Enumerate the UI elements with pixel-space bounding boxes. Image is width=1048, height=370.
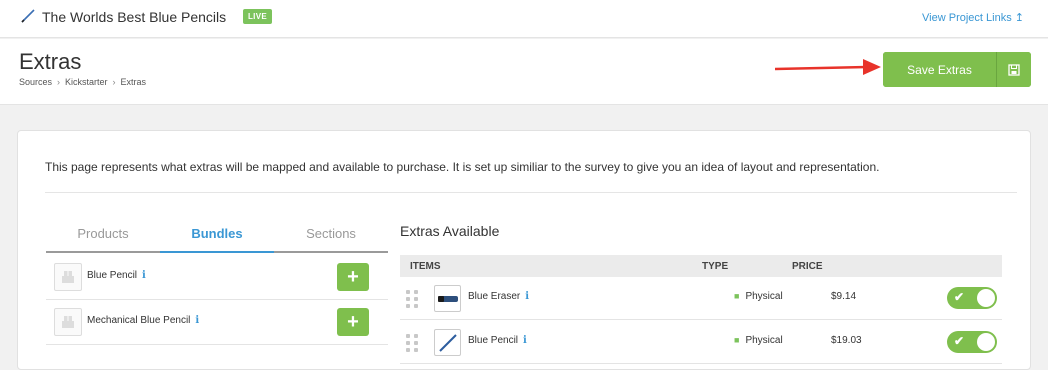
live-status-badge: LIVE (243, 9, 272, 24)
divider (45, 192, 1017, 193)
catalog-tabs: Products Bundles Sections (46, 217, 388, 253)
bundle-name-label: Mechanical Blue Pencil i (87, 315, 199, 326)
add-bundle-button[interactable]: + (337, 263, 369, 291)
floppy-disk-icon (1008, 63, 1020, 76)
save-extras-button[interactable]: Save Extras (883, 52, 996, 87)
bundle-name: Blue Pencil (87, 270, 138, 281)
info-icon[interactable]: i (525, 291, 529, 302)
type-cell: ■ Physical (734, 335, 783, 346)
check-icon: ✔ (954, 290, 965, 304)
type-value: Physical (745, 291, 783, 302)
tab-products[interactable]: Products (46, 217, 160, 251)
extra-name-label: Blue Pencil i (468, 335, 527, 346)
project-topbar: The Worlds Best Blue Pencils LIVE View P… (0, 0, 1048, 38)
red-arrow-annotation (775, 59, 881, 75)
view-project-links-link[interactable]: View Project Links ↥ (922, 11, 1024, 24)
info-icon[interactable]: i (523, 335, 527, 346)
toggle-knob (977, 289, 995, 307)
pencil-thumbnail (434, 329, 461, 356)
bundle-placeholder-icon (54, 308, 82, 336)
column-type: TYPE (702, 261, 729, 272)
table-row: Blue Eraser i ■ Physical $9.14 ✔ (400, 277, 1002, 320)
breadcrumb-sources[interactable]: Sources (19, 77, 52, 87)
enable-toggle[interactable]: ✔ (947, 331, 997, 353)
save-extras-group: Save Extras (883, 52, 1031, 87)
breadcrumb-kickstarter[interactable]: Kickstarter (65, 77, 108, 87)
tab-sections[interactable]: Sections (274, 217, 388, 251)
column-items: ITEMS (410, 261, 441, 272)
column-price: PRICE (792, 261, 823, 272)
project-title: The Worlds Best Blue Pencils (42, 9, 227, 25)
extras-table-header: ITEMS TYPE PRICE (400, 255, 1002, 277)
save-icon-button[interactable] (996, 52, 1031, 87)
breadcrumb-separator: › (112, 77, 116, 87)
breadcrumb-extras: Extras (120, 77, 147, 87)
intro-text: This page represents what extras will be… (45, 160, 880, 174)
enable-toggle[interactable]: ✔ (947, 287, 997, 309)
gift-icon: ■ (734, 335, 740, 345)
extra-name: Blue Eraser (468, 291, 521, 302)
gift-icon: ■ (734, 291, 740, 301)
page-title: Extras (19, 49, 82, 74)
pencil-icon (21, 9, 35, 23)
price-cell: $9.14 (831, 291, 857, 302)
tab-bundles[interactable]: Bundles (160, 217, 274, 253)
bundle-name: Mechanical Blue Pencil (87, 315, 191, 326)
info-icon[interactable]: i (142, 270, 146, 281)
extras-panel: This page represents what extras will be… (17, 130, 1031, 370)
bundle-placeholder-icon (54, 263, 82, 291)
breadcrumb: Sources › Kickstarter › Extras (19, 77, 146, 87)
eraser-thumbnail (434, 285, 461, 312)
price-cell: $19.03 (831, 335, 862, 346)
bundle-row: Blue Pencil i + (46, 255, 388, 300)
extras-available-title: Extras Available (400, 223, 500, 239)
drag-handle-icon[interactable] (406, 290, 418, 308)
bundle-row: Mechanical Blue Pencil i + (46, 300, 388, 345)
info-icon[interactable]: i (195, 315, 199, 326)
extra-name: Blue Pencil (468, 335, 519, 346)
type-cell: ■ Physical (734, 291, 783, 302)
table-row: Blue Pencil i ■ Physical $19.03 ✔ (400, 321, 1002, 364)
extra-name-label: Blue Eraser i (468, 291, 529, 302)
check-icon: ✔ (954, 334, 965, 348)
toggle-knob (977, 333, 995, 351)
breadcrumb-separator: › (57, 77, 61, 87)
type-value: Physical (745, 335, 783, 346)
drag-handle-icon[interactable] (406, 334, 418, 352)
bundle-name-label: Blue Pencil i (87, 270, 146, 281)
add-bundle-button[interactable]: + (337, 308, 369, 336)
